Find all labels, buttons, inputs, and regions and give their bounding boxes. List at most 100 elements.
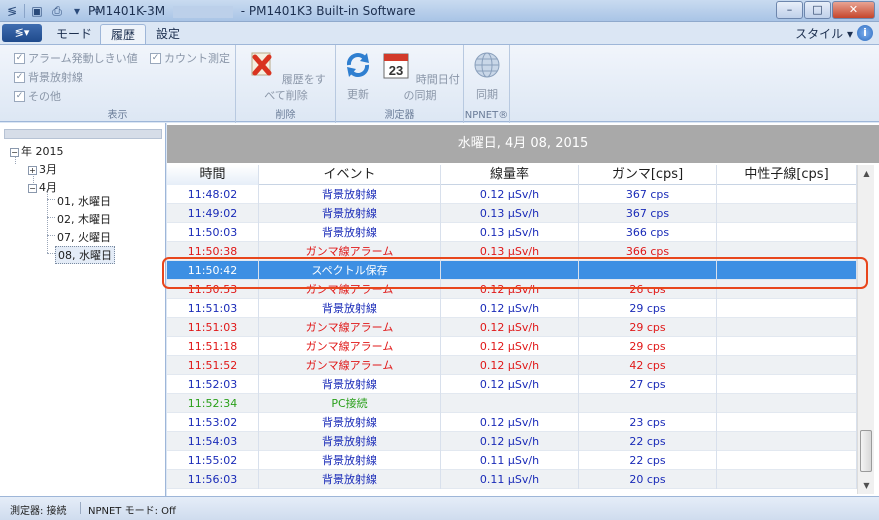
cell-event: 背景放射線 [259, 299, 441, 318]
tab-mode[interactable]: モード [46, 24, 102, 44]
table-row[interactable]: 11:56:03 背景放射線 0.11 μSv/h 20 cps [167, 470, 857, 489]
checkbox-check-icon: ✓ [14, 52, 25, 64]
npnet-sync-button[interactable]: 同期 [468, 49, 506, 102]
table-row[interactable]: 11:51:52 ガンマ線アラーム 0.12 μSv/h 42 cps [167, 356, 857, 375]
close-button[interactable]: ✕ [832, 1, 875, 19]
tree-header-bar [4, 129, 162, 139]
table-row-selected[interactable]: 11:50:42 スペクトル保存 [167, 261, 857, 280]
cell-gamma: 23 cps [579, 413, 717, 432]
cell-time: 11:55:02 [167, 451, 259, 470]
cell-time: 11:51:03 [167, 318, 259, 337]
info-icon[interactable]: i [857, 25, 873, 41]
vertical-scrollbar[interactable]: ▲ ▼ [857, 165, 874, 494]
tab-settings[interactable]: 設定 [146, 24, 190, 44]
cell-time: 11:51:18 [167, 337, 259, 356]
collapse-icon[interactable]: − [10, 147, 19, 157]
refresh-icon [346, 53, 370, 77]
table-row[interactable]: 11:55:02 背景放射線 0.11 μSv/h 22 cps [167, 451, 857, 470]
sync-datetime-button[interactable]: 23 時間日付の同期 [380, 49, 460, 103]
table-row[interactable]: 11:49:02 背景放射線 0.13 μSv/h 367 cps [167, 204, 857, 223]
cell-gamma: 29 cps [579, 318, 717, 337]
cell-dose: 0.13 μSv/h [441, 242, 579, 261]
checkbox-background-radiation[interactable]: ✓ 背景放射線 [14, 69, 83, 85]
scroll-down-icon[interactable]: ▼ [858, 477, 875, 494]
table-row[interactable]: 11:51:18 ガンマ線アラーム 0.12 μSv/h 29 cps [167, 337, 857, 356]
tree-item-month-april[interactable]: −4月 [28, 179, 57, 195]
checkbox-label: カウント測定 [164, 52, 230, 65]
cell-time: 11:56:03 [167, 470, 259, 489]
cell-time: 11:48:02 [167, 185, 259, 204]
tree-item-day-02[interactable]: 02, 木曜日 [57, 211, 111, 227]
window-controls: – □ ✕ [775, 1, 875, 19]
chevron-down-icon[interactable]: ▾ [69, 3, 85, 19]
column-header-event[interactable]: イベント [259, 165, 441, 185]
table-row[interactable]: 11:52:03 背景放射線 0.12 μSv/h 27 cps [167, 375, 857, 394]
column-header-dose[interactable]: 線量率 [441, 165, 579, 185]
status-separator [80, 502, 81, 514]
group-label-delete: 削除 [275, 110, 296, 121]
table-row[interactable]: 11:50:53 ガンマ線アラーム 0.12 μSv/h 26 cps [167, 280, 857, 299]
scroll-up-icon[interactable]: ▲ [858, 165, 875, 182]
table-row[interactable]: 11:54:03 背景放射線 0.12 μSv/h 22 cps [167, 432, 857, 451]
grid-header: 時間 イベント 線量率 ガンマ[cps] 中性子線[cps] [167, 165, 857, 185]
cell-dose: 0.11 μSv/h [441, 470, 579, 489]
tab-history[interactable]: 履歴 [100, 24, 147, 44]
table-row[interactable]: 11:52:34 PC接続 [167, 394, 857, 413]
cell-event: 背景放射線 [259, 185, 441, 204]
checkbox-check-icon: ✓ [14, 90, 25, 102]
tree-item-day-08[interactable]: 08, 水曜日 [55, 246, 115, 264]
checkbox-alarm-threshold[interactable]: ✓ アラーム発動しきい値 [14, 50, 138, 66]
cell-gamma: 26 cps [579, 280, 717, 299]
tree-item-month-march[interactable]: +3月 [28, 161, 57, 177]
cell-dose: 0.12 μSv/h [441, 185, 579, 204]
cell-neutron [717, 242, 857, 261]
collapse-icon[interactable]: − [28, 183, 37, 193]
status-device: 測定器: 接続 [10, 506, 67, 517]
table-row[interactable]: 11:51:03 ガンマ線アラーム 0.12 μSv/h 29 cps [167, 318, 857, 337]
cell-gamma [579, 261, 717, 280]
cell-gamma: 20 cps [579, 470, 717, 489]
tree-item-day-07[interactable]: 07, 火曜日 [57, 229, 111, 245]
checkbox-count-measurement[interactable]: ✓ カウント測定 [150, 50, 230, 66]
button-label: 更新 [347, 88, 369, 101]
save-icon[interactable]: ▣ [29, 3, 45, 19]
cell-gamma [579, 394, 717, 413]
table-row[interactable]: 11:48:02 背景放射線 0.12 μSv/h 367 cps [167, 185, 857, 204]
cell-neutron [717, 432, 857, 451]
cell-neutron [717, 413, 857, 432]
maximize-button[interactable]: □ [804, 1, 831, 19]
delete-all-history-button[interactable]: 履歴をすべて削除 [242, 49, 330, 103]
scrollbar-thumb[interactable] [860, 430, 872, 472]
column-header-time[interactable]: 時間 [167, 165, 259, 185]
tree-item-year[interactable]: − 年 2015 [10, 143, 64, 159]
column-header-neutron[interactable]: 中性子線[cps] [717, 165, 857, 185]
cell-dose: 0.12 μSv/h [441, 375, 579, 394]
cell-event: ガンマ線アラーム [259, 242, 441, 261]
app-menu-button[interactable]: ≶▾ [2, 24, 42, 42]
ribbon-tabs: ≶▾ モード 履歴 設定 スタイル ▾ i [0, 22, 879, 44]
cell-neutron [717, 318, 857, 337]
print-icon[interactable]: ⎙ [49, 3, 65, 19]
tree-connector [47, 217, 55, 218]
status-npnet: NPNET モード: Off [88, 506, 176, 517]
tree-item-day-01[interactable]: 01, 水曜日 [57, 193, 111, 209]
date-banner: 水曜日, 4月 08, 2015 [167, 125, 879, 163]
table-row[interactable]: 11:50:03 背景放射線 0.13 μSv/h 366 cps [167, 223, 857, 242]
tree-item-label: 4月 [39, 181, 57, 194]
checkbox-other[interactable]: ✓ その他 [14, 88, 61, 104]
expand-icon[interactable]: + [28, 165, 37, 175]
cell-neutron [717, 451, 857, 470]
cell-dose: 0.13 μSv/h [441, 204, 579, 223]
refresh-button[interactable]: 更新 [340, 49, 376, 102]
column-header-gamma[interactable]: ガンマ[cps] [579, 165, 717, 185]
cell-gamma: 42 cps [579, 356, 717, 375]
table-row[interactable]: 11:53:02 背景放射線 0.12 μSv/h 23 cps [167, 413, 857, 432]
calendar-day: 23 [389, 63, 403, 78]
table-row[interactable]: 11:51:03 背景放射線 0.12 μSv/h 29 cps [167, 299, 857, 318]
table-row[interactable]: 11:50:38 ガンマ線アラーム 0.13 μSv/h 366 cps [167, 242, 857, 261]
minimize-button[interactable]: – [776, 1, 803, 19]
history-grid-panel: 水曜日, 4月 08, 2015 時間 イベント 線量率 ガンマ[cps] 中性… [167, 123, 879, 496]
style-menu[interactable]: スタイル ▾ [795, 25, 853, 42]
button-label: 同期 [476, 88, 498, 101]
cell-neutron [717, 470, 857, 489]
